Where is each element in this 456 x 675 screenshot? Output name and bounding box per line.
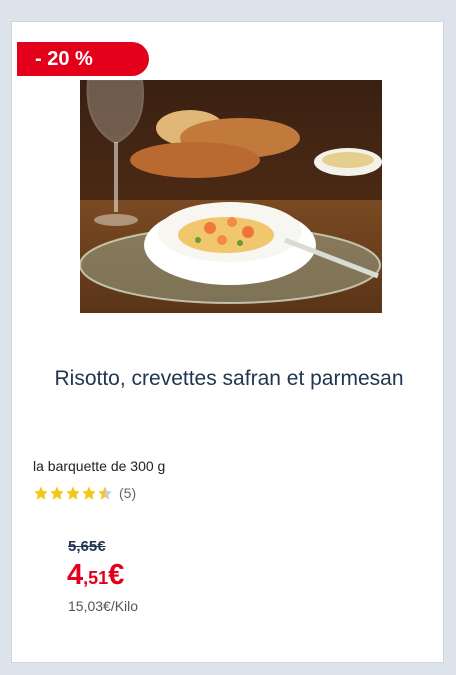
product-image[interactable] — [80, 80, 382, 313]
discount-badge: - 20 % — [17, 42, 149, 76]
price-decimal: ,51 — [83, 568, 109, 588]
half-star-icon — [98, 486, 112, 500]
old-price: 5,65€ — [68, 538, 106, 555]
star-icon — [34, 486, 48, 500]
product-rating[interactable]: (5) — [33, 485, 136, 501]
rating-count: (5) — [119, 485, 137, 501]
star-icon — [82, 486, 96, 500]
product-unit: la barquette de 300 g — [33, 458, 166, 474]
product-title[interactable]: Risotto, crevettes safran et parmesan — [30, 363, 428, 394]
rating-stars — [33, 485, 113, 501]
star-icon — [66, 486, 80, 500]
star-icon — [50, 486, 64, 500]
price-per-kilo: 15,03€/Kilo — [68, 598, 139, 614]
price-currency: € — [108, 559, 125, 591]
current-price: 4 ,51 € — [67, 559, 124, 592]
price-integer: 4 — [67, 559, 84, 591]
